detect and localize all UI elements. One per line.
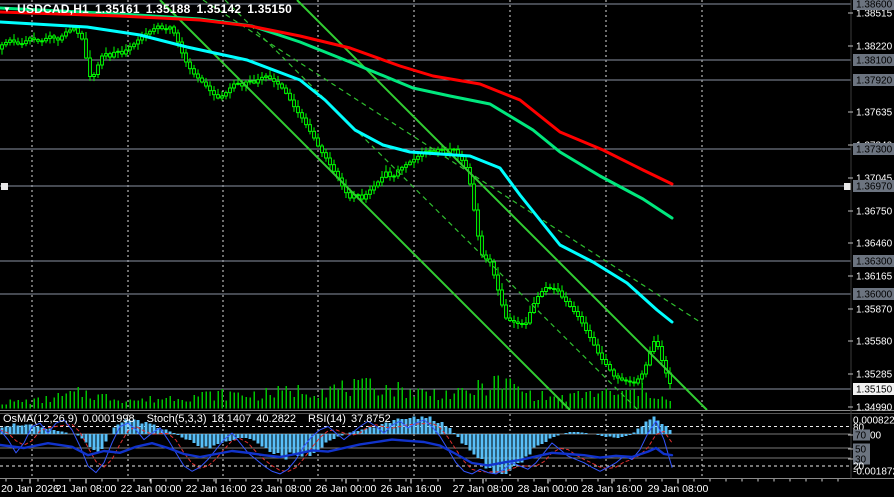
svg-text:1.36000: 1.36000	[856, 290, 893, 301]
svg-text:22 Jan 00:00: 22 Jan 00:00	[121, 483, 182, 495]
svg-text:1.37920: 1.37920	[856, 76, 893, 87]
svg-text:1.36460: 1.36460	[856, 239, 893, 250]
rsi-label: RSI(14)	[308, 413, 346, 425]
price-axis: 1.385151.382201.376351.373401.370451.367…	[848, 0, 894, 414]
svg-text:1.36750: 1.36750	[856, 207, 893, 218]
svg-text:1.35870: 1.35870	[856, 305, 893, 316]
svg-text:1.34990: 1.34990	[856, 403, 893, 414]
candles-layer	[1, 23, 672, 390]
svg-text:1.35150: 1.35150	[856, 385, 893, 396]
trendlines	[160, 0, 707, 412]
svg-text:1.37635: 1.37635	[856, 108, 893, 119]
svg-text:-0.001872: -0.001872	[853, 467, 894, 478]
svg-text:1.38100: 1.38100	[856, 56, 893, 67]
svg-text:20 Jan 2026: 20 Jan 2026	[1, 483, 59, 495]
svg-text:1.36165: 1.36165	[856, 272, 893, 283]
volume-bars	[2, 376, 672, 409]
open-value: 1.35161	[95, 2, 140, 16]
osma-value: 0.0001998	[83, 413, 135, 425]
indicator-axis: 0.000822807000503020-0.001872	[848, 416, 894, 478]
svg-text:27 Jan 08:00: 27 Jan 08:00	[453, 483, 514, 495]
osma-label: OsMA(12,26,9)	[3, 413, 78, 425]
low-value: 1.35142	[197, 2, 242, 16]
chart-title: ▼ USDCAD,H1 1.35161 1.35188 1.35142 1.35150	[3, 2, 292, 16]
svg-text:26 Jan 16:00: 26 Jan 16:00	[381, 483, 442, 495]
svg-text:1.35285: 1.35285	[856, 370, 893, 381]
svg-text:28 Jan 16:00: 28 Jan 16:00	[582, 483, 643, 495]
time-axis[interactable]: 20 Jan 202621 Jan 08:00 22 Jan 00:00 22 Ja…	[1, 479, 838, 495]
svg-text:21 Jan 08:00: 21 Jan 08:00	[56, 483, 117, 495]
rsi-value: 37.8752	[351, 413, 391, 425]
svg-text:00: 00	[870, 431, 882, 442]
stoch-d-value: 40.2822	[256, 413, 296, 425]
svg-text:70: 70	[855, 431, 867, 442]
svg-text:22 Jan 16:00: 22 Jan 16:00	[186, 483, 247, 495]
svg-text:23 Jan 08:00: 23 Jan 08:00	[251, 483, 312, 495]
svg-text:1.35580: 1.35580	[856, 337, 893, 348]
svg-text:28 Jan 00:00: 28 Jan 00:00	[518, 483, 579, 495]
stoch-label: Stoch(5,3,3)	[147, 413, 207, 425]
stoch-k-value: 18.1407	[212, 413, 252, 425]
indicator-labels: OsMA(12,26,9) 0.0001998 Stoch(5,3,3) 18.140…	[3, 413, 391, 425]
svg-text:1.38220: 1.38220	[856, 42, 893, 53]
chevron-down-icon[interactable]: ▼	[3, 5, 11, 14]
chart-window[interactable]: 1.385151.382201.376351.373401.370451.367…	[0, 0, 894, 497]
svg-text:1.38600: 1.38600	[856, 0, 893, 11]
svg-text:26 Jan 00:00: 26 Jan 00:00	[316, 483, 377, 495]
high-value: 1.35188	[146, 2, 191, 16]
close-value: 1.35150	[247, 2, 292, 16]
symbol-timeframe-label: USDCAD,H1	[17, 2, 89, 16]
svg-text:1.36300: 1.36300	[856, 257, 893, 268]
svg-text:1.37300: 1.37300	[856, 145, 893, 156]
svg-text:29 Jan 08:00: 29 Jan 08:00	[648, 483, 709, 495]
svg-text:1.36970: 1.36970	[856, 182, 893, 193]
